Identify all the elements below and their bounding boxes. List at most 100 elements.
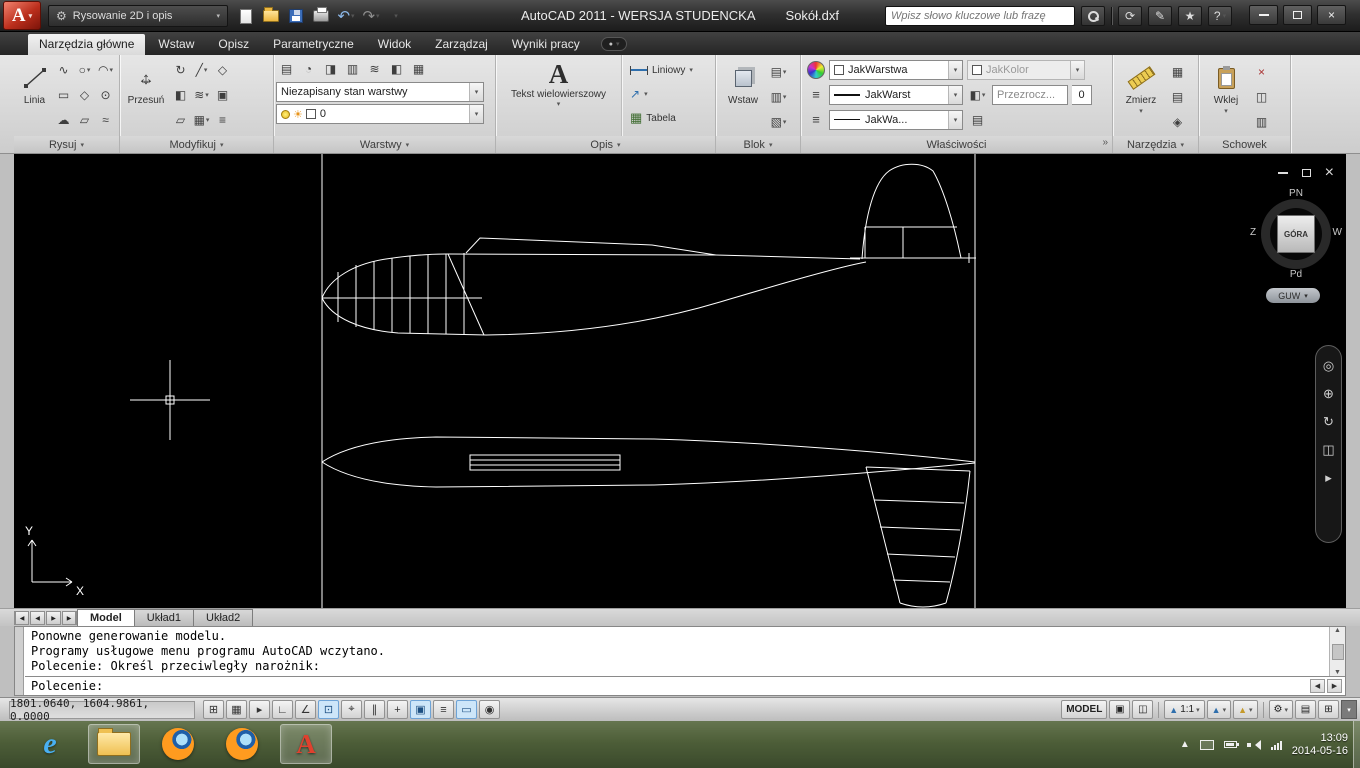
scrollbar-thumb[interactable]: [1331, 643, 1344, 660]
tab-parametryczne[interactable]: Parametryczne: [262, 34, 365, 55]
multileader-button[interactable]: ↗ ▾: [630, 83, 710, 105]
communication-center-button[interactable]: ✎: [1148, 6, 1172, 26]
circle-tool-button[interactable]: ○ ▾: [74, 58, 95, 81]
coordinates-display[interactable]: 1801.0640, 1604.9861, 0.0000: [9, 697, 195, 723]
hatch-tool-button[interactable]: ▱: [74, 108, 95, 131]
command-scrollbar[interactable]: ▲ ▼: [1329, 627, 1345, 676]
paste-button[interactable]: Wklej ▾: [1203, 58, 1249, 136]
tab-opisz[interactable]: Opisz: [207, 34, 260, 55]
point-tool-button[interactable]: ⊙: [95, 83, 116, 106]
infer-constraints-toggle[interactable]: ⊞: [203, 700, 224, 719]
tab-model[interactable]: Model: [77, 609, 135, 626]
model-space-button[interactable]: MODEL: [1061, 700, 1108, 719]
move-tool-button[interactable]: ↔ ↕ Przesuń: [124, 58, 168, 136]
annotation-autoscale-button[interactable]: ▲ ▾: [1233, 700, 1258, 719]
autocad-taskbar-button[interactable]: A: [280, 724, 332, 764]
spline-tool-button[interactable]: ≈: [95, 108, 116, 131]
quick-view-layouts-button[interactable]: ▣: [1109, 700, 1131, 719]
viewcube-east-label[interactable]: W: [1333, 227, 1342, 238]
tab-uklad1[interactable]: Układ1: [133, 609, 195, 626]
viewcube-north-label[interactable]: PN: [1252, 188, 1340, 199]
ucs-selector-button[interactable]: GUW ▾: [1266, 288, 1320, 303]
transparency-value[interactable]: 0: [1072, 84, 1092, 105]
layer-lock-button[interactable]: ◧: [386, 57, 407, 80]
annotation-scale-button[interactable]: ▲ 1:1 ▾: [1164, 700, 1205, 719]
search-input[interactable]: [886, 7, 1074, 25]
navigation-wheel-icon[interactable]: ◎: [1323, 358, 1334, 374]
transparency-input[interactable]: Przezrocz...: [992, 84, 1068, 105]
quick-view-drawings-button[interactable]: ◫: [1132, 700, 1154, 719]
new-file-button[interactable]: [236, 5, 256, 27]
doc-minimize-icon[interactable]: [1277, 172, 1288, 174]
application-menu-button[interactable]: A ▾: [3, 1, 41, 30]
tab-narzedzia-glowne[interactable]: Narzędzia główne: [28, 34, 146, 55]
subscription-center-button[interactable]: ⟳: [1118, 6, 1142, 26]
previous-layout-button[interactable]: ◀: [30, 611, 45, 625]
ribbon-minimize-button[interactable]: ● ▾: [600, 37, 628, 51]
file-explorer-button[interactable]: [88, 724, 140, 764]
copy-button[interactable]: ◫: [1251, 85, 1272, 108]
panel-label-rysuj[interactable]: Rysuj ▾: [14, 136, 119, 153]
internet-explorer-button[interactable]: e: [24, 724, 76, 764]
dim-color-dropdown[interactable]: JakKolor ▾: [967, 59, 1085, 80]
explode-tool-button[interactable]: ▣: [212, 83, 233, 106]
command-scroll-left-icon[interactable]: ◀: [1310, 679, 1325, 693]
tab-widok[interactable]: Widok: [367, 34, 422, 55]
search-button[interactable]: [1081, 6, 1105, 26]
command-input-line[interactable]: Polecenie:: [25, 676, 1345, 695]
tab-zarzadzaj[interactable]: Zarządzaj: [424, 34, 499, 55]
command-window-drag-handle[interactable]: [15, 627, 24, 695]
tab-wstaw[interactable]: Wstaw: [147, 34, 205, 55]
3d-osnap-toggle[interactable]: ⌖: [341, 700, 362, 719]
cad-drawing[interactable]: Y X: [14, 154, 1346, 608]
pan-icon[interactable]: ⊕: [1323, 386, 1334, 402]
grid-display-toggle[interactable]: ▸: [249, 700, 270, 719]
scroll-down-icon[interactable]: ▼: [1334, 669, 1341, 676]
browser-button[interactable]: [216, 724, 268, 764]
drawing-canvas[interactable]: Y X × GÓRA PN Pd Z W GUW ▾ ◎ ⊕ ↻ ◫ ▸: [14, 154, 1346, 608]
doc-restore-icon[interactable]: [1301, 169, 1311, 177]
favorites-button[interactable]: ★: [1178, 6, 1202, 26]
restore-button[interactable]: [1283, 5, 1312, 25]
linear-dimension-button[interactable]: Liniowy ▾: [630, 59, 710, 81]
ortho-mode-toggle[interactable]: ∟: [272, 700, 293, 719]
network-tray-icon[interactable]: [1270, 740, 1282, 750]
polyline-tool-button[interactable]: ∿: [53, 58, 74, 81]
annotation-visibility-button[interactable]: ▲ ▾: [1206, 700, 1232, 719]
create-block-button[interactable]: ▤ ▾: [768, 60, 789, 83]
layer-properties-button[interactable]: ▤: [276, 57, 297, 80]
panel-label-narzedzia[interactable]: Narzędzia ▾: [1113, 136, 1198, 153]
command-scroll-right-icon[interactable]: ▶: [1327, 679, 1342, 693]
dynamic-input-toggle[interactable]: ▣: [410, 700, 431, 719]
insert-block-button[interactable]: Wstaw: [720, 58, 766, 136]
next-layout-button[interactable]: ▶: [46, 611, 61, 625]
command-window[interactable]: Ponowne generowanie modelu. Programy usł…: [14, 626, 1346, 696]
arc-tool-button[interactable]: ◠ ▾: [95, 58, 116, 81]
measure-button[interactable]: Zmierz ▾: [1117, 58, 1165, 136]
workspace-switcher[interactable]: ⚙ Rysowanie 2D i opis ▾: [48, 5, 228, 27]
show-desktop-button[interactable]: [1353, 721, 1360, 768]
layer-isolate-button[interactable]: ◔: [298, 57, 319, 80]
display-tray-icon[interactable]: [1199, 739, 1214, 750]
id-point-button[interactable]: ◈: [1167, 110, 1188, 133]
ellipse-tool-button[interactable]: ◇: [74, 83, 95, 106]
open-file-button[interactable]: [261, 5, 281, 27]
tab-wyniki-pracy[interactable]: Wyniki pracy: [501, 34, 591, 55]
transparency-button[interactable]: ◧ ▾: [967, 83, 988, 106]
scale-tool-button[interactable]: ▱: [170, 108, 191, 131]
edit-block-button[interactable]: ▥ ▾: [768, 85, 789, 108]
selection-cycling-toggle[interactable]: ◉: [479, 700, 500, 719]
battery-tray-icon[interactable]: [1223, 741, 1239, 748]
firefox-button[interactable]: [152, 724, 204, 764]
panel-label-warstwy[interactable]: Warstwy ▾: [274, 136, 495, 153]
layer-off-button[interactable]: ▥: [342, 57, 363, 80]
array-tool-button[interactable]: ▦ ▾: [191, 108, 212, 131]
help-search-box[interactable]: [885, 6, 1075, 26]
panel-label-modyfikuj[interactable]: Modyfikuj ▾: [120, 136, 273, 153]
redo-button[interactable]: ↷ ▾: [361, 5, 381, 27]
help-button[interactable]: ? ▾: [1208, 6, 1232, 26]
table-button[interactable]: ▦ Tabela: [630, 107, 710, 129]
showmotion-icon[interactable]: ▸: [1325, 470, 1332, 486]
status-options-button[interactable]: ▾: [1341, 700, 1357, 719]
scroll-up-icon[interactable]: ▲: [1334, 627, 1341, 634]
